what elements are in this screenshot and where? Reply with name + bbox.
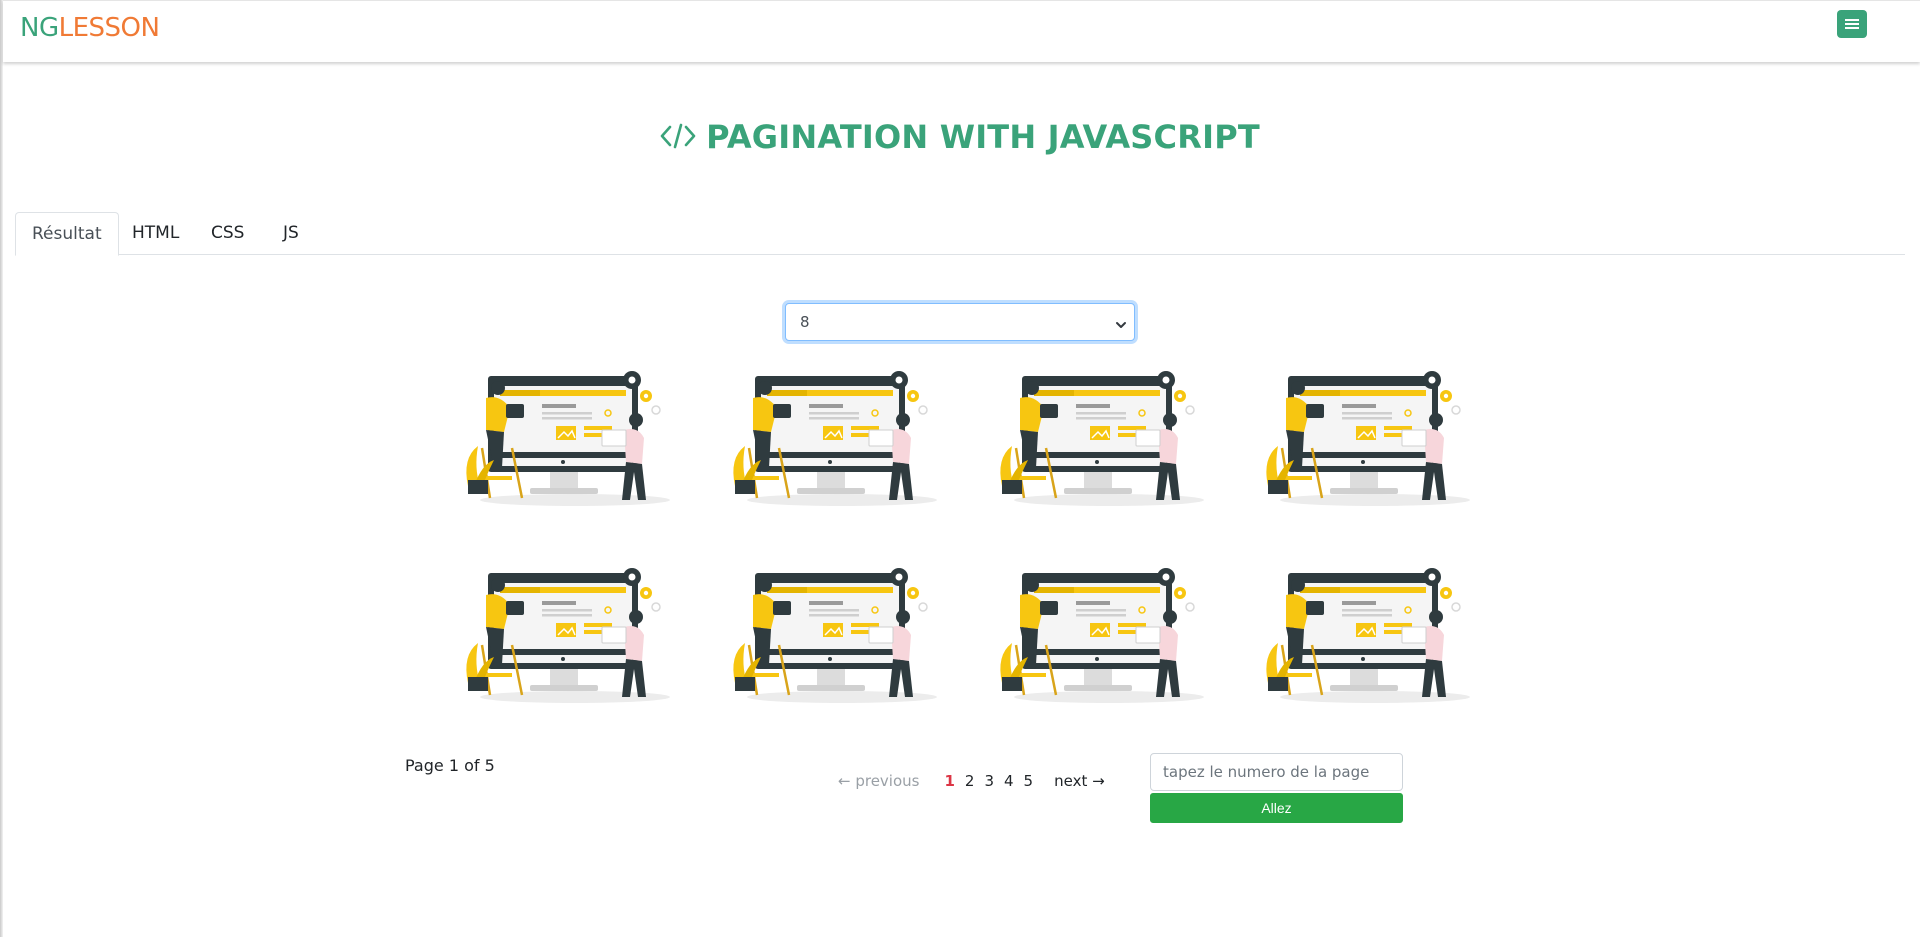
gallery-image-web-development-illustration [460, 565, 670, 705]
page-link-4[interactable]: 4 [1004, 772, 1014, 790]
next-link[interactable]: next → [1054, 772, 1105, 790]
select-value: 8 [800, 313, 810, 331]
image-gallery [460, 368, 1470, 708]
page-number-input[interactable] [1150, 753, 1403, 791]
page-link-1[interactable]: 1 [944, 772, 954, 790]
code-icon [660, 120, 696, 158]
code-tabs: Résultat HTML CSS JS [15, 212, 1905, 256]
tab-css[interactable]: CSS [195, 212, 260, 255]
goto-page-form: Allez [1150, 753, 1403, 823]
page-link-2[interactable]: 2 [965, 772, 975, 790]
gallery-image-web-development-illustration [994, 368, 1204, 508]
gallery-image-web-development-illustration [994, 565, 1204, 705]
items-per-page-select[interactable]: 8 [785, 303, 1135, 341]
page-info: Page 1 of 5 [405, 756, 495, 775]
gallery-image-web-development-illustration [1260, 565, 1470, 705]
gallery-image-web-development-illustration [1260, 368, 1470, 508]
pagination-nav: ← previous 1 2 3 4 5 next → [838, 770, 1105, 792]
page-link-5[interactable]: 5 [1024, 772, 1034, 790]
menu-toggle-button[interactable] [1837, 10, 1867, 38]
top-navbar: NGLESSON [3, 0, 1920, 62]
page-link-3[interactable]: 3 [984, 772, 994, 790]
go-button[interactable]: Allez [1150, 793, 1403, 823]
page-title: PAGINATION WITH JAVASCRIPT [0, 118, 1920, 158]
previous-link[interactable]: ← previous [838, 772, 919, 790]
gallery-image-web-development-illustration [727, 565, 937, 705]
chevron-down-icon [1115, 316, 1127, 334]
tab-html[interactable]: HTML [116, 212, 195, 255]
gallery-image-web-development-illustration [727, 368, 937, 508]
tab-js[interactable]: JS [267, 212, 315, 255]
page-title-text: PAGINATION WITH JAVASCRIPT [706, 118, 1260, 156]
brand-ng: NG [20, 13, 59, 43]
brand-lesson: LESSON [58, 13, 160, 43]
brand-logo[interactable]: NGLESSON [20, 13, 160, 43]
gallery-image-web-development-illustration [460, 368, 670, 508]
tab-resultat[interactable]: Résultat [15, 212, 119, 256]
select-box[interactable]: 8 [785, 303, 1135, 341]
hamburger-menu-icon [1845, 15, 1859, 34]
